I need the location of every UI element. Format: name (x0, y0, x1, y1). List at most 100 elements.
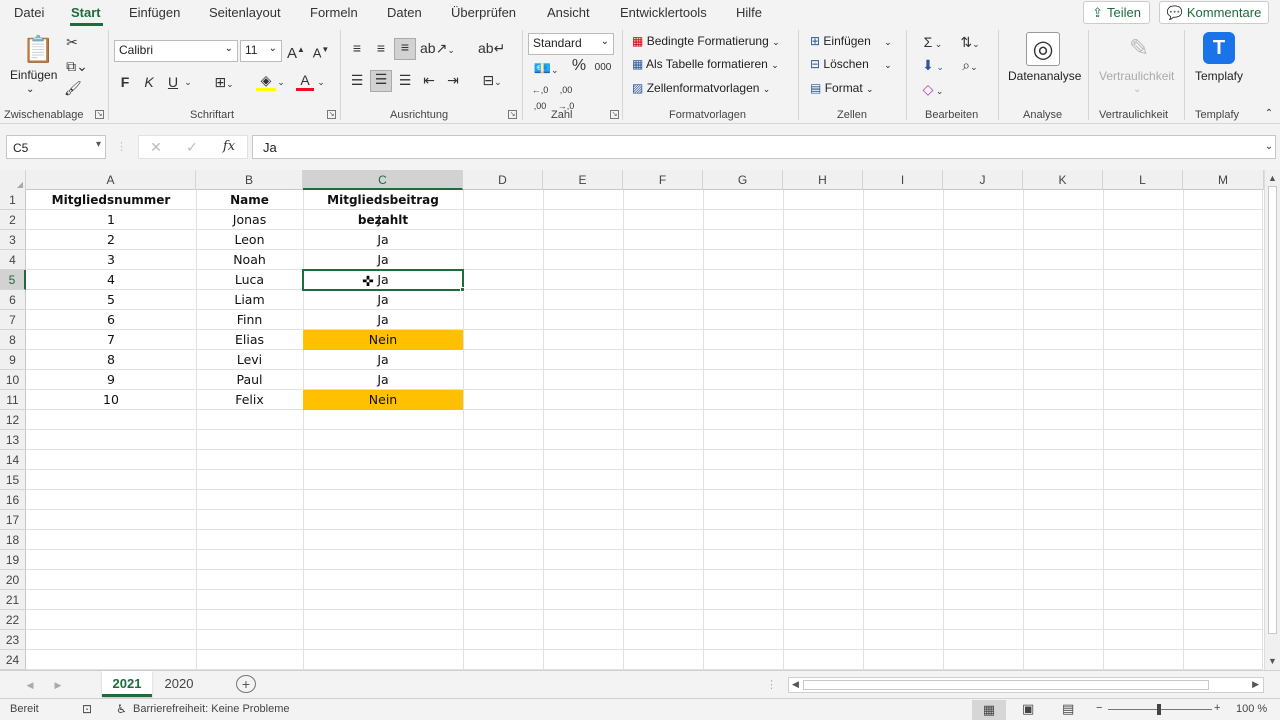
column-header-c[interactable]: C (303, 170, 463, 190)
menu-tab-ueberpruefen[interactable]: Überprüfen (451, 5, 516, 20)
row-header[interactable]: 3 (0, 230, 26, 250)
font-size-dropdown[interactable]: 11 ⌄ (240, 40, 282, 62)
row-header[interactable]: 12 (0, 410, 26, 430)
column-header-f[interactable]: F (623, 170, 703, 190)
format-cells-button[interactable]: ▤ Format ⌄ (810, 81, 874, 95)
cell-member-number[interactable]: 10 (26, 390, 196, 410)
increase-font-icon[interactable]: A▲ (287, 42, 305, 62)
column-header-h[interactable]: H (783, 170, 863, 190)
cell-name[interactable]: Noah (196, 250, 303, 270)
row-header[interactable]: 17 (0, 510, 26, 530)
row-header[interactable]: 10 (0, 370, 26, 390)
conditional-formatting-button[interactable]: ▦ Bedingte Formatierung ⌄ (632, 34, 780, 48)
fill-icon[interactable]: ⬇ ⌄ (918, 57, 948, 75)
name-box[interactable]: C5 ▾ (6, 135, 106, 159)
column-header-e[interactable]: E (543, 170, 623, 190)
page-layout-view-icon[interactable]: ▣ (1022, 701, 1034, 717)
menu-tab-daten[interactable]: Daten (387, 5, 422, 20)
cell-member-number[interactable]: 5 (26, 290, 196, 310)
formula-input[interactable]: Ja (252, 135, 1276, 159)
autosum-icon[interactable]: Σ ⌄ (918, 34, 948, 52)
row-header[interactable]: 13 (0, 430, 26, 450)
horizontal-scrollbar[interactable]: ◀ ▶ (788, 677, 1264, 693)
border-icon[interactable]: ⊞⌄ (210, 74, 238, 92)
menu-tab-hilfe[interactable]: Hilfe (736, 5, 762, 20)
cell-member-number[interactable]: 4 (26, 270, 196, 290)
paste-button[interactable]: Einfügen (10, 68, 57, 82)
cell-styles-button[interactable]: ▨ Zellenformatvorlagen ⌄ (632, 81, 770, 95)
tab-splitter-icon[interactable]: ⋮ (766, 677, 777, 693)
page-break-view-icon[interactable]: ▤ (1062, 701, 1074, 717)
insert-function-icon[interactable]: fx (221, 139, 237, 155)
column-header-j[interactable]: J (943, 170, 1023, 190)
row-header[interactable]: 4 (0, 250, 26, 270)
menu-tab-datei[interactable]: Datei (14, 5, 44, 20)
macro-record-icon[interactable]: ⊡ (82, 702, 92, 716)
scroll-left-icon[interactable]: ◀ (792, 679, 799, 690)
cell-member-number[interactable]: 2 (26, 230, 196, 250)
vertical-scroll-thumb[interactable] (1268, 186, 1277, 634)
paste-dropdown-chevron-icon[interactable]: ⌄ (26, 84, 34, 95)
cell-name[interactable]: Leon (196, 230, 303, 250)
sheet-tab-2021[interactable]: 2021 (102, 671, 152, 697)
zoom-in-icon[interactable]: + (1214, 702, 1220, 714)
menu-tab-ansicht[interactable]: Ansicht (547, 5, 590, 20)
chevron-down-icon[interactable]: ▾ (96, 139, 101, 150)
accessibility-status[interactable]: Barrierefreiheit: Keine Probleme (133, 703, 290, 715)
align-center-icon[interactable]: ☰ (370, 70, 392, 92)
row-header[interactable]: 20 (0, 570, 26, 590)
find-select-icon[interactable]: ⌕⌄ (954, 57, 986, 75)
row-header[interactable]: 22 (0, 610, 26, 630)
delete-cells-button[interactable]: ⊟ Löschen ⌄ (810, 57, 892, 71)
row-header[interactable]: 21 (0, 590, 26, 610)
zoom-slider-thumb[interactable] (1157, 704, 1161, 715)
number-format-dropdown[interactable]: Standard ⌄ (528, 33, 614, 55)
cell-paid[interactable]: Ja (303, 210, 463, 230)
cell-paid[interactable]: Ja (303, 310, 463, 330)
merge-center-icon[interactable]: ⊟⌄ (476, 72, 508, 90)
cell-name[interactable]: Luca (196, 270, 303, 290)
header-cell-mitgliedsnummer[interactable]: Mitgliedsnummer (26, 190, 196, 210)
normal-view-icon[interactable]: ▦ (972, 700, 1006, 720)
accessibility-icon[interactable]: ♿ (116, 702, 127, 716)
zoom-level[interactable]: 100 % (1236, 703, 1267, 715)
font-color-chevron-icon[interactable]: ⌄ (316, 74, 326, 90)
comments-button[interactable]: 💬 Kommentare (1159, 1, 1269, 24)
increase-indent-icon[interactable]: ⇥ (444, 72, 462, 88)
cell-name[interactable]: Levi (196, 350, 303, 370)
cell-name[interactable]: Felix (196, 390, 303, 410)
cell-name[interactable]: Paul (196, 370, 303, 390)
copy-icon[interactable]: ⧉⌄ (64, 58, 90, 74)
row-header[interactable]: 18 (0, 530, 26, 550)
add-sheet-icon[interactable]: + (236, 675, 256, 693)
underline-button[interactable]: U (166, 74, 180, 90)
underline-chevron-icon[interactable]: ⌄ (183, 74, 193, 90)
font-name-dropdown[interactable]: Calibri ⌄ (114, 40, 238, 62)
row-header[interactable]: 14 (0, 450, 26, 470)
column-header-m[interactable]: M (1183, 170, 1264, 190)
row-header[interactable]: 19 (0, 550, 26, 570)
share-button[interactable]: ⇪ Teilen (1083, 1, 1150, 24)
currency-icon[interactable]: 💶⌄ (530, 60, 562, 78)
alignment-launcher-icon[interactable]: ↘ (508, 110, 517, 119)
expand-formula-bar-icon[interactable]: ⌄ (1262, 139, 1276, 155)
scroll-up-icon[interactable]: ▲ (1268, 173, 1277, 183)
align-bottom-icon[interactable]: ≡ (394, 38, 416, 60)
cell-paid[interactable]: Ja (303, 350, 463, 370)
clipboard-launcher-icon[interactable]: ↘ (95, 110, 104, 119)
row-header[interactable]: 1 (0, 190, 26, 210)
collapse-ribbon-icon[interactable]: ⌃ (1262, 106, 1276, 122)
cell-paid[interactable]: Ja (303, 370, 463, 390)
templafy-icon[interactable]: T (1203, 32, 1235, 64)
clear-icon[interactable]: ◇ ⌄ (918, 81, 948, 99)
column-header-i[interactable]: I (863, 170, 943, 190)
spreadsheet-grid[interactable]: ◢ A B C D E F G H I J K L M 1 2 3 4 5 6 … (0, 170, 1280, 670)
format-painter-icon[interactable]: 🖌 (64, 80, 82, 96)
menu-tab-seitenlayout[interactable]: Seitenlayout (209, 5, 281, 20)
fill-color-icon[interactable]: ◈ (256, 72, 276, 91)
paste-icon[interactable]: 📋 (22, 34, 54, 64)
data-analysis-button[interactable]: Datenanalyse (1008, 69, 1081, 83)
row-header[interactable]: 8 (0, 330, 26, 350)
cell-name[interactable]: Jonas (196, 210, 303, 230)
scroll-right-icon[interactable]: ▶ (1252, 679, 1259, 690)
